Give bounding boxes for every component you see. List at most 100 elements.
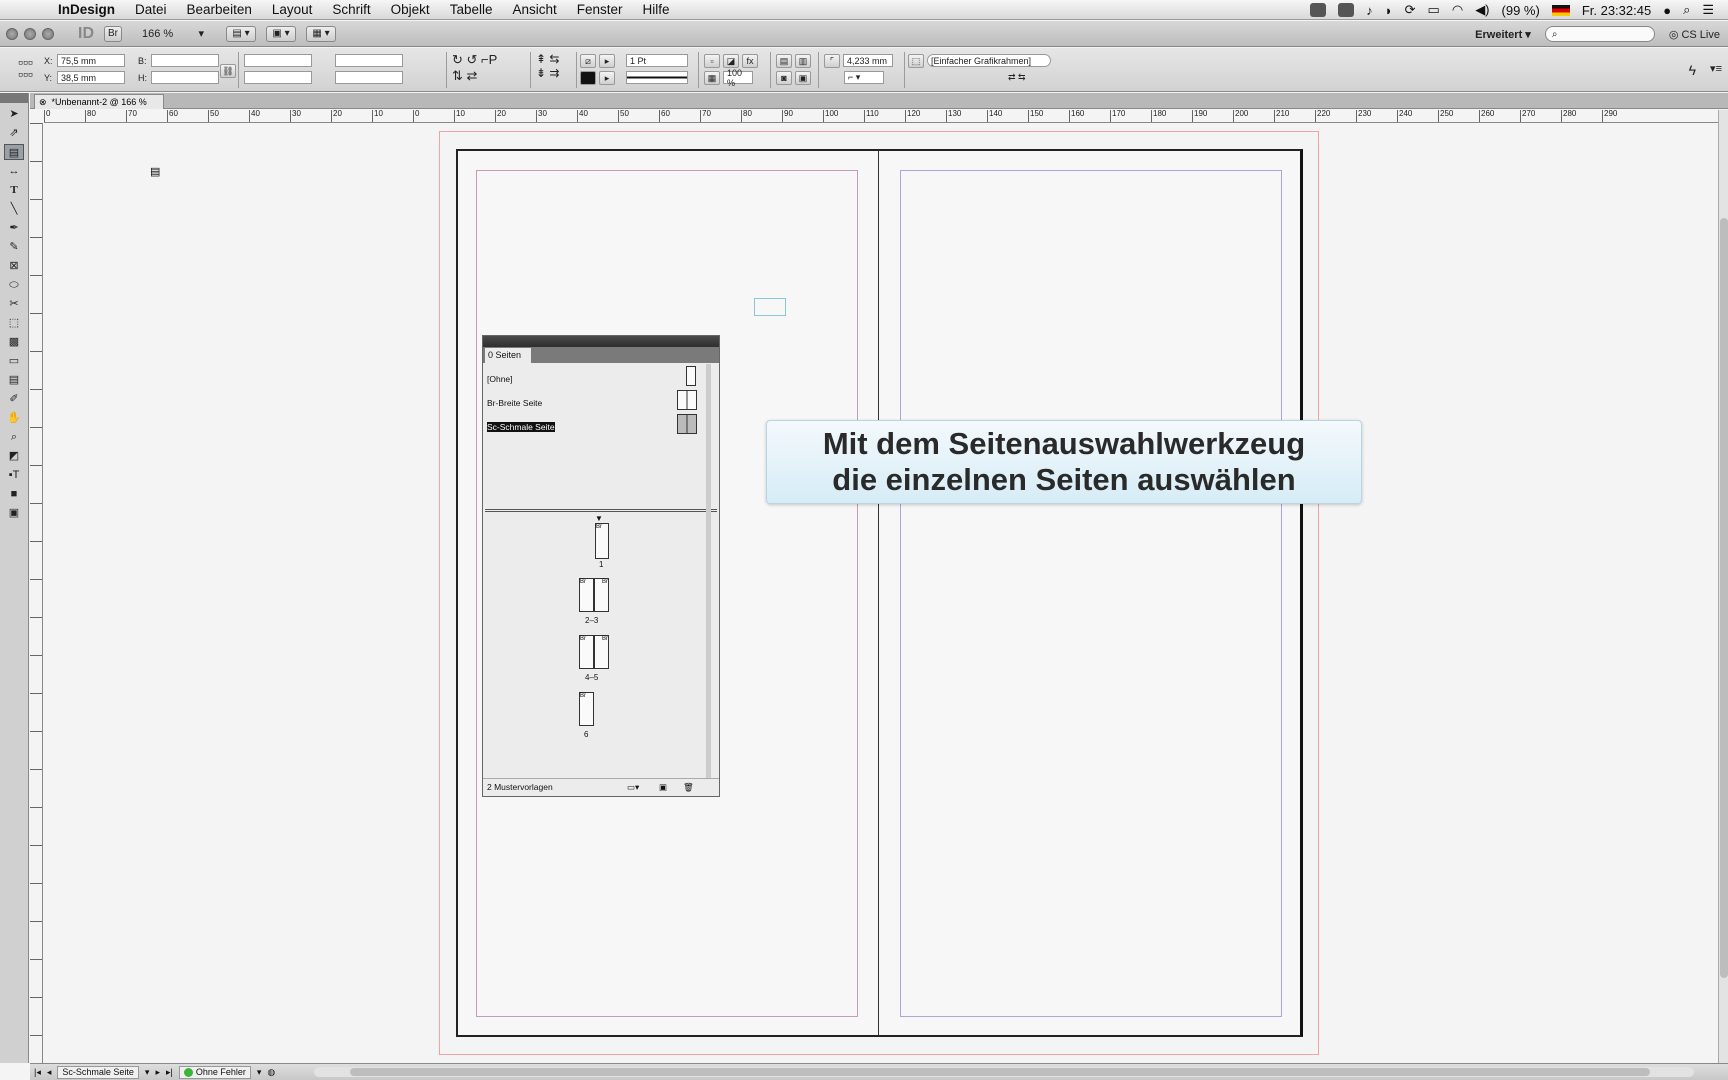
- menu-ansicht[interactable]: Ansicht: [502, 2, 566, 17]
- pages-panel[interactable]: 0 Seiten [Ohne] Br-Breite Seite Sc-Schma…: [482, 335, 720, 797]
- menu-app-name[interactable]: InDesign: [48, 2, 125, 17]
- fill-none-icon[interactable]: ⧄: [580, 53, 596, 68]
- zoom-level-select[interactable]: 166 % ▾: [138, 26, 208, 42]
- menu-schrift[interactable]: Schrift: [322, 2, 380, 17]
- line-tool-icon[interactable]: ╲: [4, 201, 24, 217]
- page-1-thumb[interactable]: Br: [595, 523, 609, 559]
- pages-panel-tab[interactable]: 0 Seiten: [485, 348, 531, 363]
- pages-panel-titlebar[interactable]: [483, 336, 719, 347]
- width-field[interactable]: [151, 54, 219, 67]
- rectangle-frame-tool-icon[interactable]: ⊠: [4, 258, 24, 274]
- last-page-icon[interactable]: ▸|: [166, 1067, 173, 1078]
- cs-live-button[interactable]: ◎ CS Live: [1669, 28, 1720, 41]
- menu-hilfe[interactable]: Hilfe: [633, 2, 680, 17]
- zoom-window-icon[interactable]: [42, 27, 54, 40]
- new-page-icon[interactable]: ▣: [659, 779, 667, 795]
- scale-x-field[interactable]: [244, 54, 312, 67]
- corner-options-icon[interactable]: ⌜: [824, 53, 840, 68]
- effects-icon[interactable]: ▫: [704, 53, 720, 68]
- page-tool-icon[interactable]: ▤: [4, 144, 24, 160]
- fx-icon[interactable]: fx: [742, 53, 758, 68]
- arrange-documents-button[interactable]: ▦ ▾: [306, 25, 336, 42]
- close-window-icon[interactable]: [6, 27, 18, 40]
- gradient-tool-icon[interactable]: ▩: [4, 334, 24, 350]
- hand-tool-icon[interactable]: ✋: [4, 410, 24, 426]
- x-position-field[interactable]: 75,5 mm: [57, 54, 125, 67]
- gap-tool-icon[interactable]: ↔: [4, 163, 24, 179]
- empty-frame[interactable]: [754, 298, 786, 316]
- battery-text[interactable]: (99 %): [1502, 3, 1540, 18]
- menu-datei[interactable]: Datei: [125, 2, 177, 17]
- height-field[interactable]: [151, 71, 219, 84]
- menu-tabelle[interactable]: Tabelle: [440, 2, 503, 17]
- horizontal-scrollbar-thumb[interactable]: [350, 1068, 1650, 1076]
- wifi-icon[interactable]: ◠: [1452, 2, 1463, 18]
- rotate-flip-icons[interactable]: ↻ ↺ ⌐P ⇅ ⇄: [452, 52, 522, 88]
- vertical-scrollbar-thumb[interactable]: [1720, 218, 1728, 978]
- fill-stroke-icon[interactable]: ◩: [4, 448, 24, 464]
- view-options-button[interactable]: ▤ ▾: [226, 25, 256, 42]
- page-menu-icon[interactable]: ▾: [145, 1067, 150, 1078]
- vertical-ruler[interactable]: [30, 123, 43, 1063]
- drop-shadow-icon[interactable]: ◪: [723, 53, 739, 68]
- constrain-proportions-icon[interactable]: ⛓: [220, 64, 236, 78]
- vertical-scrollbar[interactable]: [1718, 110, 1728, 1063]
- master-none[interactable]: [Ohne]: [487, 374, 513, 384]
- stroke-type-select[interactable]: [626, 71, 688, 84]
- master-none-thumb[interactable]: [686, 366, 696, 386]
- stroke-swatch-icon[interactable]: [580, 70, 596, 85]
- menu-bearbeiten[interactable]: Bearbeiten: [177, 2, 262, 17]
- scissors-tool-icon[interactable]: ✂: [4, 296, 24, 312]
- reference-point-icon[interactable]: ▫▫▫ ▫▫▫: [18, 55, 38, 92]
- next-page-icon[interactable]: ▸: [155, 1067, 160, 1078]
- free-transform-tool-icon[interactable]: ⬚: [4, 315, 24, 331]
- stroke-weight-field[interactable]: 1 Pt: [626, 54, 688, 67]
- object-style-icon[interactable]: ⬚: [908, 53, 924, 68]
- master-br-thumb[interactable]: [677, 390, 697, 410]
- tool-icon[interactable]: [1338, 3, 1355, 17]
- formatting-icon[interactable]: ▪T: [4, 467, 24, 483]
- style-override-icon[interactable]: ⇄ ⇆: [1008, 72, 1026, 83]
- page-size-icon[interactable]: ▭▾: [627, 779, 639, 795]
- text-wrap-4-icon[interactable]: ▣: [795, 70, 811, 85]
- shear-field[interactable]: [335, 71, 403, 84]
- pen-tool-icon[interactable]: ✒: [4, 220, 24, 236]
- page-3-thumb[interactable]: Br: [594, 578, 609, 612]
- toolbox-grip[interactable]: [0, 93, 28, 103]
- menu-objekt[interactable]: Objekt: [381, 2, 440, 17]
- menu-fenster[interactable]: Fenster: [567, 2, 633, 17]
- workspace-switcher[interactable]: Erweitert ▾: [1475, 28, 1531, 41]
- screen-icon[interactable]: ▭: [1428, 2, 1440, 18]
- master-br[interactable]: Br-Breite Seite: [487, 398, 542, 408]
- text-wrap-2-icon[interactable]: ▥: [795, 53, 811, 68]
- panel-menu-icon[interactable]: ▾≡: [1710, 62, 1722, 75]
- page-2-thumb[interactable]: Br: [579, 578, 594, 612]
- menu-layout[interactable]: Layout: [262, 2, 323, 17]
- corner-size-field[interactable]: 4,233 mm: [843, 54, 893, 67]
- volume-icon[interactable]: ◀): [1475, 2, 1489, 18]
- pencil-tool-icon[interactable]: ✎: [4, 239, 24, 255]
- horizontal-ruler[interactable]: 0 80 70 60 50 40 30 20 10 0 10 20 30 40 50 60 70 80 90 100 1…: [44, 110, 1724, 123]
- eyedropper-tool-icon[interactable]: ✐: [4, 391, 24, 407]
- first-page-icon[interactable]: |◂: [34, 1067, 41, 1078]
- note-tool-icon[interactable]: ▤: [4, 372, 24, 388]
- page-6-thumb[interactable]: Br: [579, 692, 594, 726]
- open-document-icon[interactable]: ◍: [267, 1067, 275, 1078]
- gradient-feather-tool-icon[interactable]: ▭: [4, 353, 24, 369]
- page-number-field[interactable]: Sc-Schmale Seite: [57, 1065, 139, 1079]
- text-wrap-3-icon[interactable]: ◙: [776, 70, 792, 85]
- page-5-thumb[interactable]: Br: [594, 635, 609, 669]
- ellipse-tool-icon[interactable]: ⬭: [4, 277, 24, 293]
- text-wrap-icon[interactable]: ▤: [776, 53, 792, 68]
- document-tab[interactable]: ⊗ *Unbenannt-2 @ 166 %: [34, 94, 164, 109]
- search-input[interactable]: ⌕: [1544, 26, 1655, 42]
- screen-mode-button[interactable]: ▣ ▾: [266, 25, 296, 42]
- panel-divider[interactable]: [485, 509, 717, 512]
- clock[interactable]: Fr. 23:32:45: [1582, 3, 1651, 18]
- opacity-icon[interactable]: ▦: [704, 70, 720, 85]
- fill-menu-icon[interactable]: ▸: [599, 53, 615, 68]
- apply-color-icon[interactable]: ■: [4, 486, 24, 502]
- bridge-button[interactable]: Br: [104, 25, 122, 42]
- opacity-field[interactable]: 100 %: [723, 68, 753, 88]
- screen-mode-icon[interactable]: ▣: [4, 505, 24, 521]
